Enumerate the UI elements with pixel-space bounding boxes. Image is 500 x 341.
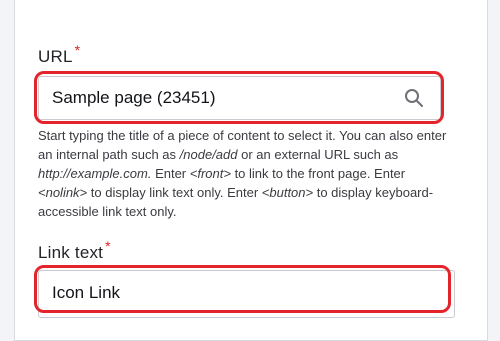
- code-node-add: /node/add: [179, 147, 238, 162]
- code-example-url: http://example.com.: [38, 166, 152, 181]
- search-icon[interactable]: [404, 88, 424, 108]
- url-required-marker: *: [74, 42, 81, 58]
- code-front: <front>: [189, 166, 231, 181]
- link-text-input-value: Icon Link: [52, 283, 121, 302]
- url-label: URL *: [38, 42, 80, 67]
- code-nolink: <nolink>: [38, 185, 88, 200]
- url-input-value: Sample page (23451): [52, 88, 216, 107]
- link-text-label-text: Link text: [38, 243, 104, 262]
- link-text-required-marker: *: [105, 238, 111, 254]
- url-description: Start typing the title of a piece of con…: [38, 128, 447, 219]
- link-text-label: Link text *: [38, 238, 111, 263]
- url-label-text: URL: [38, 47, 73, 66]
- code-button: <button>: [261, 185, 314, 200]
